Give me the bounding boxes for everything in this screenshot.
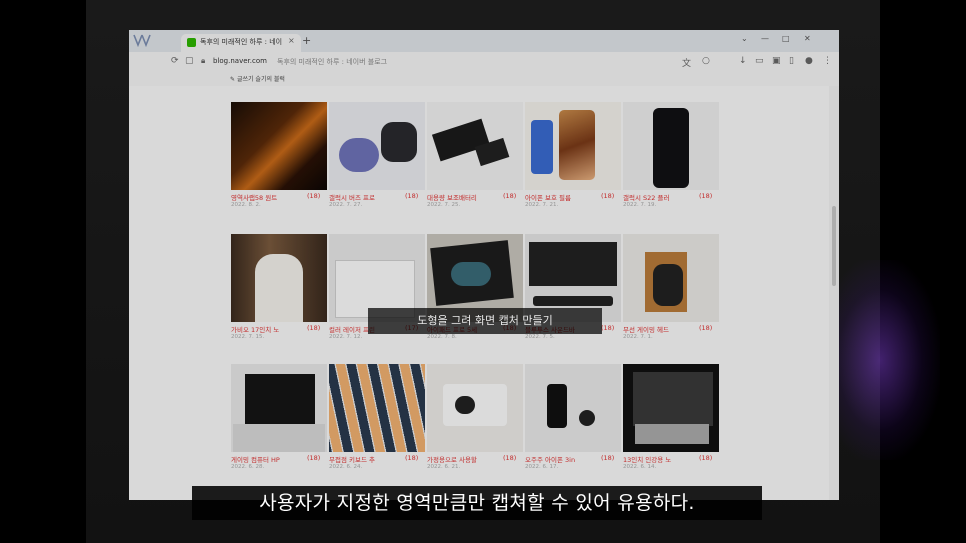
post-date: 2022. 7. 21.: [525, 202, 559, 208]
video-subtitle: 사용자가 지정한 영역만큼만 캡쳐할 수 있어 유용하다.: [192, 486, 762, 520]
scroll-thumb[interactable]: [832, 206, 836, 286]
naver-blog-favicon-icon: [187, 38, 196, 47]
bookmarks-bar: ✎ 글쓰기 슬기의 블럭: [129, 72, 839, 86]
tab-title: 독후의 미래적인 하루 : 네이버: [200, 38, 282, 46]
post-comment-count: (18): [405, 454, 419, 462]
post-thumbnail[interactable]: [427, 364, 523, 452]
post-thumbnail[interactable]: [231, 234, 327, 322]
tab-bar: 독후의 미래적인 하루 : 네이버 × + ⌄ — □ ✕: [129, 30, 839, 52]
post-thumbnail[interactable]: [623, 102, 719, 190]
tab-list-icon[interactable]: ⌄: [741, 34, 748, 43]
post-date: 2022. 7. 12.: [329, 334, 363, 340]
post-title: 13인치 인강용 노: [623, 456, 672, 464]
post-caption[interactable]: 오주주 아이폰 3in (18): [525, 454, 621, 464]
post-caption[interactable]: 무접점 키보드 추 (18): [329, 454, 425, 464]
lock-icon: 🔒︎: [201, 56, 206, 65]
scrollbar[interactable]: [829, 86, 839, 500]
post-comment-count: (18): [405, 192, 419, 200]
maximize-icon[interactable]: □: [782, 34, 790, 43]
post-thumbnail[interactable]: [525, 364, 621, 452]
post-date: 2022. 6. 28.: [231, 464, 265, 470]
post-date: 2022. 6. 14.: [623, 464, 657, 470]
post-thumbnail[interactable]: [231, 364, 327, 452]
post-comment-count: (18): [601, 192, 615, 200]
post-comment-count: (18): [503, 192, 517, 200]
post-thumbnail[interactable]: [427, 102, 523, 190]
new-tab-button[interactable]: +: [302, 34, 311, 47]
post-title: 갤럭시 버즈 프로: [329, 194, 375, 202]
post-comment-count: (18): [307, 192, 321, 200]
post-date: 2022. 7. 19.: [623, 202, 657, 208]
post-title: 오주주 아이폰 3in: [525, 456, 576, 464]
download-icon[interactable]: ↓: [739, 56, 747, 66]
post-caption[interactable]: 가비오 17인치 노 (18): [231, 324, 327, 334]
profile-icon[interactable]: ●: [805, 56, 813, 66]
post-thumbnail[interactable]: [623, 234, 719, 322]
post-caption[interactable]: 13인치 인강용 노 (18): [623, 454, 719, 464]
url-page-title: 독후의 미래적인 하루 : 네이버 블로그: [277, 58, 388, 66]
post-date: 2022. 6. 21.: [427, 464, 461, 470]
post-date: 2022. 6. 17.: [525, 464, 559, 470]
post-comment-count: (18): [601, 324, 615, 332]
post-date: 2022. 7. 27.: [329, 202, 363, 208]
post-comment-count: (18): [307, 454, 321, 462]
address-bar[interactable]: 🔒︎ blog.naver.com 독후의 미래적인 하루 : 네이버 블로그: [201, 55, 671, 70]
post-title: 영역사랩58 원트: [231, 194, 278, 202]
post-caption[interactable]: 게이밍 컴퓨터 HP (18): [231, 454, 327, 464]
extension-icon[interactable]: ▣: [772, 56, 781, 66]
search-icon[interactable]: ○: [702, 56, 710, 66]
post-thumbnail[interactable]: [623, 364, 719, 452]
translate-icon[interactable]: 文: [682, 56, 691, 69]
post-title: 가비오 17인치 노: [231, 326, 280, 334]
post-comment-count: (18): [503, 454, 517, 462]
close-window-icon[interactable]: ✕: [804, 34, 811, 43]
post-date: 2022. 8. 2.: [231, 202, 261, 208]
post-comment-count: (18): [307, 324, 321, 332]
post-caption[interactable]: 대용량 보조배터리 (18): [427, 192, 523, 202]
post-title: 게이밍 컴퓨터 HP: [231, 456, 280, 464]
more-menu-icon[interactable]: ⋮: [823, 56, 832, 66]
post-date: 2022. 7. 25.: [427, 202, 461, 208]
browser-window: 독후의 미래적인 하루 : 네이버 × + ⌄ — □ ✕ ⟳ ▢ 🔒︎ blo…: [129, 30, 839, 500]
browser-logo-icon: [133, 33, 151, 49]
post-title: 가정용으로 사용할: [427, 456, 477, 464]
post-thumbnail[interactable]: [525, 102, 621, 190]
post-caption[interactable]: 가정용으로 사용할 (18): [427, 454, 523, 464]
post-caption[interactable]: 아이폰 보호 필름 (18): [525, 192, 621, 202]
post-caption[interactable]: 갤럭시 S22 플러 (18): [623, 192, 719, 202]
post-comment-count: (18): [699, 324, 713, 332]
capture-icon[interactable]: ▭: [755, 56, 764, 66]
post-date: 2022. 7. 5.: [525, 334, 555, 340]
post-date: 2022. 7. 8.: [427, 334, 457, 340]
blog-page: 영역사랩58 원트 (18) 2022. 8. 2. 갤럭시 버즈 프로 (18) 202…: [129, 86, 839, 500]
bookmark-item[interactable]: ✎ 글쓰기 슬기의 블럭: [230, 74, 285, 83]
sidebar-icon[interactable]: ▯: [789, 56, 794, 66]
reload-icon[interactable]: ⟳: [171, 56, 179, 66]
post-title: 아이폰 보호 필름: [525, 194, 571, 202]
post-title: 갤럭시 S22 플러: [623, 194, 670, 202]
post-thumbnail[interactable]: [231, 102, 327, 190]
split-view-icon[interactable]: ▢: [185, 56, 194, 66]
post-date: 2022. 7. 15.: [231, 334, 265, 340]
url-text: blog.naver.com: [213, 57, 267, 65]
post-title: 무선 게이밍 헤드: [623, 326, 669, 334]
tab-active[interactable]: 독후의 미래적인 하루 : 네이버 ×: [181, 34, 301, 52]
toolbar: ⟳ ▢ 🔒︎ blog.naver.com 독후의 미래적인 하루 : 네이버 …: [129, 52, 839, 72]
tab-close-icon[interactable]: ×: [288, 36, 295, 45]
post-thumbnail[interactable]: [329, 364, 425, 452]
post-date: 2022. 7. 1.: [623, 334, 653, 340]
post-thumbnail[interactable]: [329, 102, 425, 190]
post-comment-count: (18): [699, 192, 713, 200]
post-date: 2022. 6. 24.: [329, 464, 363, 470]
post-comment-count: (18): [601, 454, 615, 462]
post-title: 무접점 키보드 추: [329, 456, 375, 464]
post-comment-count: (18): [699, 454, 713, 462]
post-caption[interactable]: 무선 게이밍 헤드 (18): [623, 324, 719, 334]
capture-mode-label: 도형을 그려 화면 캡처 만들기: [368, 308, 602, 334]
post-title: 대용량 보조배터리: [427, 194, 477, 202]
minimize-icon[interactable]: —: [761, 34, 769, 43]
post-caption[interactable]: 영역사랩58 원트 (18): [231, 192, 327, 202]
post-caption[interactable]: 갤럭시 버즈 프로 (18): [329, 192, 425, 202]
